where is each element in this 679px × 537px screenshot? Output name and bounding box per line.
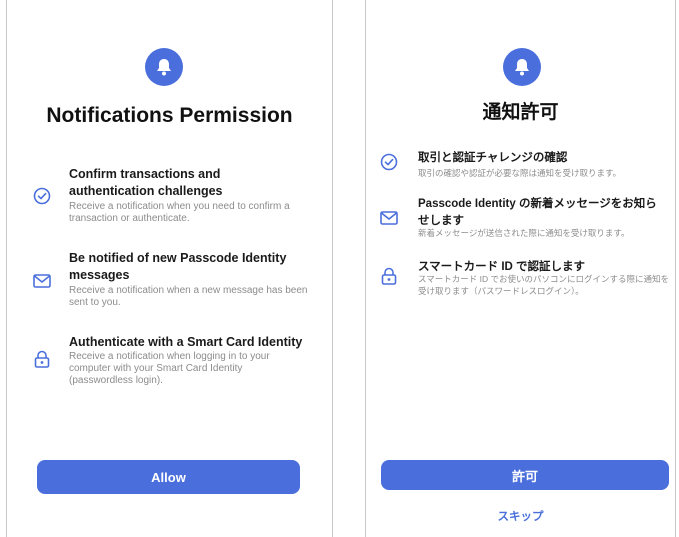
lock-icon	[33, 350, 51, 368]
list-item-smart-card: Authenticate with a Smart Card Identity …	[7, 334, 334, 404]
list-item-smart-card: スマートカード ID で認証します スマートカード ID でお使いのパソコンにロ…	[366, 259, 677, 309]
list-item-new-messages: Be notified of new Passcode Identity mes…	[7, 250, 334, 320]
page-title: Notifications Permission	[46, 104, 293, 127]
allow-button[interactable]: 許可	[381, 460, 669, 490]
list-item-new-messages: Passcode Identity の新着メッセージをお知らせします 新着メッセ…	[366, 196, 677, 246]
japanese-permission-screen: 通知許可 取引と認証チャレンジの確認 取引の確認や認証が必要な際は通知を受け取り…	[365, 0, 676, 537]
mail-icon	[380, 209, 398, 227]
item-description: 取引の確認や認証が必要な際は通知を受け取ります。	[418, 168, 622, 178]
list-item-confirm-transactions: Confirm transactions and authentication …	[7, 166, 334, 236]
item-description: Receive a notification when you need to …	[69, 201, 290, 224]
item-heading: Be notified of new Passcode Identity mes…	[69, 251, 287, 282]
item-description: スマートカード ID でお使いのパソコンにログインする際に通知を受け取ります（パ…	[418, 274, 669, 296]
bell-icon	[503, 48, 541, 86]
english-permission-screen: Notifications Permission Confirm transac…	[6, 0, 333, 537]
skip-link[interactable]: スキップ	[366, 508, 675, 524]
item-heading: 取引と認証チャレンジの確認	[418, 152, 568, 164]
item-description: Receive a notification when a new messag…	[69, 285, 308, 308]
item-description: Receive a notification when logging in t…	[69, 351, 270, 386]
check-circle-icon	[380, 153, 398, 171]
allow-button[interactable]: Allow	[37, 460, 300, 494]
item-heading: Authenticate with a Smart Card Identity	[69, 335, 303, 349]
page-title: 通知許可	[482, 102, 559, 123]
item-description: 新着メッセージが送信された際に通知を受け取ります。	[418, 228, 630, 238]
list-item-confirm-transactions: 取引と認証チャレンジの確認 取引の確認や認証が必要な際は通知を受け取ります。	[366, 150, 677, 190]
check-circle-icon	[33, 187, 51, 205]
item-heading: Confirm transactions and authentication …	[69, 167, 223, 198]
item-heading: Passcode Identity の新着メッセージをお知らせします	[418, 198, 657, 227]
lock-icon	[380, 267, 398, 285]
bell-icon	[145, 48, 183, 86]
mail-icon	[33, 272, 51, 290]
